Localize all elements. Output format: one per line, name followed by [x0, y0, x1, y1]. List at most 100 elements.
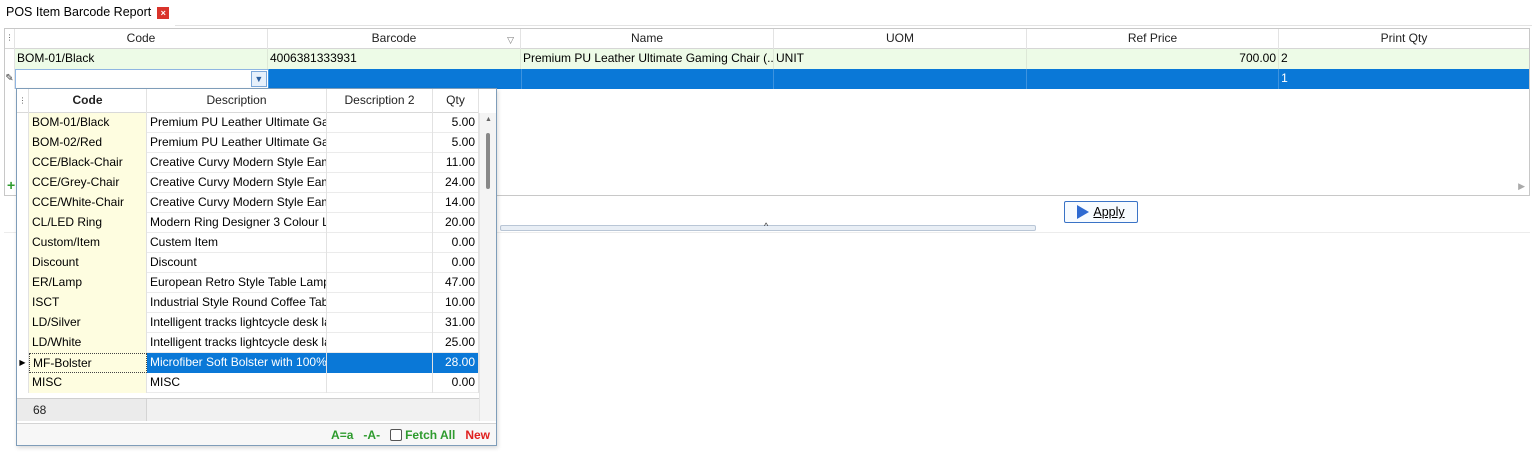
chevron-up-icon[interactable]: ^: [764, 221, 768, 231]
lookup-cell-description-2[interactable]: [327, 273, 433, 293]
lookup-column-qty[interactable]: Qty: [433, 89, 479, 113]
code-combobox[interactable]: ▼: [15, 69, 269, 89]
scrollbar-thumb[interactable]: [486, 133, 490, 189]
lookup-cell-qty[interactable]: 0.00: [433, 373, 479, 393]
column-chooser-icon[interactable]: ⋮: [5, 29, 15, 49]
lookup-row[interactable]: ▶ MF-Bolster Microfiber Soft Bolster with …: [17, 353, 479, 373]
add-row-icon[interactable]: +: [7, 178, 15, 192]
cell-ref-price[interactable]: [1027, 69, 1280, 89]
lookup-row[interactable]: CCE/Black-Chair Creative Curvy Modern Sty…: [17, 153, 479, 173]
lookup-cell-qty[interactable]: 5.00: [433, 133, 479, 153]
lookup-cell-description-2[interactable]: [327, 213, 433, 233]
table-row[interactable]: BOM-01/Black 4006381333931 Premium PU Le…: [5, 49, 1529, 69]
lookup-cell-code[interactable]: BOM-01/Black: [29, 113, 147, 133]
lookup-cell-code[interactable]: CL/LED Ring: [29, 213, 147, 233]
lookup-cell-qty[interactable]: 31.00: [433, 313, 479, 333]
lookup-cell-description[interactable]: European Retro Style Table Lamp: [147, 273, 327, 293]
close-icon[interactable]: ×: [157, 7, 170, 19]
column-header-uom[interactable]: UOM: [774, 29, 1027, 49]
lookup-column-description[interactable]: Description: [147, 89, 327, 113]
column-header-code[interactable]: Code: [15, 29, 268, 49]
column-header-name[interactable]: Name: [521, 29, 774, 49]
lookup-cell-description-2[interactable]: [327, 353, 433, 373]
lookup-row[interactable]: CL/LED Ring Modern Ring Designer 3 Colour…: [17, 213, 479, 233]
lookup-cell-code[interactable]: LD/White: [29, 333, 147, 353]
lookup-cell-description-2[interactable]: [327, 233, 433, 253]
lookup-row[interactable]: CCE/Grey-Chair Creative Curvy Modern Styl…: [17, 173, 479, 193]
table-row-editing[interactable]: ✎ ▼ 1: [5, 69, 1529, 89]
lookup-cell-qty[interactable]: 5.00: [433, 113, 479, 133]
tab-pos-item-barcode-report[interactable]: POS Item Barcode Report ×: [0, 0, 176, 26]
lookup-column-code[interactable]: Code: [29, 89, 147, 113]
lookup-cell-description[interactable]: Premium PU Leather Ultimate Gaming Chair: [147, 133, 327, 153]
lookup-cell-description-2[interactable]: [327, 173, 433, 193]
scroll-right-icon[interactable]: ▶: [1518, 181, 1525, 192]
cell-name[interactable]: [522, 69, 775, 89]
lookup-cell-description-2[interactable]: [327, 193, 433, 213]
cell-uom[interactable]: UNIT: [774, 49, 1027, 69]
lookup-cell-qty[interactable]: 25.00: [433, 333, 479, 353]
lookup-cell-description[interactable]: Microfiber Soft Bolster with 100%: [147, 353, 327, 373]
scroll-up-icon[interactable]: ▲: [485, 116, 492, 123]
lookup-cell-code[interactable]: CCE/Grey-Chair: [29, 173, 147, 193]
lookup-row[interactable]: ISCT Industrial Style Round Coffee Table 1…: [17, 293, 479, 313]
lookup-cell-description[interactable]: Intelligent tracks lightcycle desk lamp: [147, 313, 327, 333]
lookup-cell-description-2[interactable]: [327, 253, 433, 273]
apply-button[interactable]: Apply: [1064, 201, 1138, 223]
lookup-cell-qty[interactable]: 0.00: [433, 253, 479, 273]
fetch-all-checkbox[interactable]: [390, 428, 403, 441]
lookup-cell-description-2[interactable]: [327, 333, 433, 353]
cell-print-qty[interactable]: 2: [1279, 49, 1529, 69]
column-chooser-icon[interactable]: ⋮: [17, 89, 29, 113]
lookup-cell-qty[interactable]: 0.00: [433, 233, 479, 253]
lookup-cell-code[interactable]: CCE/Black-Chair: [29, 153, 147, 173]
lookup-row[interactable]: LD/White Intelligent tracks lightcycle de…: [17, 333, 479, 353]
lookup-row[interactable]: MISC MISC 0.00: [17, 373, 479, 393]
lookup-cell-description[interactable]: Premium PU Leather Ultimate Gaming Chair: [147, 113, 327, 133]
lookup-row[interactable]: ER/Lamp European Retro Style Table Lamp 47…: [17, 273, 479, 293]
lookup-cell-description-2[interactable]: [327, 153, 433, 173]
lookup-cell-code[interactable]: BOM-02/Red: [29, 133, 147, 153]
lookup-cell-qty[interactable]: 14.00: [433, 193, 479, 213]
lookup-cell-description[interactable]: Modern Ring Designer 3 Colour LED: [147, 213, 327, 233]
lookup-cell-description[interactable]: Discount: [147, 253, 327, 273]
vertical-scrollbar[interactable]: ▲: [479, 113, 496, 421]
chevron-down-icon[interactable]: ▼: [250, 71, 267, 87]
cell-print-qty[interactable]: 1: [1279, 69, 1529, 89]
lookup-row[interactable]: BOM-02/RedPremium PU Leather Ultimate Ga…: [17, 133, 479, 153]
lookup-row[interactable]: CCE/White-Chair Creative Curvy Modern Sty…: [17, 193, 479, 213]
lookup-cell-code[interactable]: Custom/Item: [29, 233, 147, 253]
lookup-cell-qty[interactable]: 24.00: [433, 173, 479, 193]
lookup-cell-qty[interactable]: 28.00: [433, 353, 479, 373]
lookup-cell-code[interactable]: ISCT: [29, 293, 147, 313]
contains-match-toggle[interactable]: -A-: [363, 428, 380, 442]
cell-barcode[interactable]: 4006381333931: [268, 49, 521, 69]
lookup-cell-description[interactable]: Creative Curvy Modern Style Eames Chair: [147, 193, 327, 213]
lookup-cell-description[interactable]: Custem Item: [147, 233, 327, 253]
lookup-cell-description-2[interactable]: [327, 133, 433, 153]
cell-uom[interactable]: [774, 69, 1028, 89]
lookup-cell-description[interactable]: Industrial Style Round Coffee Table: [147, 293, 327, 313]
lookup-cell-code[interactable]: Discount: [29, 253, 147, 273]
cell-ref-price[interactable]: 700.00: [1027, 49, 1279, 69]
lookup-cell-code[interactable]: MF-Bolster: [29, 353, 147, 373]
lookup-column-description-2[interactable]: Description 2: [327, 89, 433, 113]
filter-icon[interactable]: ▽: [507, 31, 514, 50]
lookup-cell-description-2[interactable]: [327, 373, 433, 393]
case-insensitive-toggle[interactable]: A=a: [331, 428, 353, 442]
cell-barcode[interactable]: [269, 69, 522, 89]
lookup-cell-description-2[interactable]: [327, 313, 433, 333]
lookup-cell-description[interactable]: Intelligent tracks lightcycle desk lamp: [147, 333, 327, 353]
lookup-cell-code[interactable]: ER/Lamp: [29, 273, 147, 293]
lookup-cell-qty[interactable]: 11.00: [433, 153, 479, 173]
cell-name[interactable]: Premium PU Leather Ultimate Gaming Chair…: [521, 49, 774, 69]
lookup-cell-description-2[interactable]: [327, 293, 433, 313]
lookup-cell-qty[interactable]: 20.00: [433, 213, 479, 233]
lookup-cell-description[interactable]: Creative Curvy Modern Style Eames Chair: [147, 173, 327, 193]
lookup-cell-qty[interactable]: 47.00: [433, 273, 479, 293]
panel-splitter[interactable]: ^: [500, 221, 1036, 231]
lookup-row[interactable]: Discount Discount 0.00: [17, 253, 479, 273]
lookup-row[interactable]: Custom/Item Custem Item 0.00: [17, 233, 479, 253]
column-header-barcode[interactable]: Barcode ▽: [268, 29, 521, 49]
lookup-cell-description[interactable]: MISC: [147, 373, 327, 393]
